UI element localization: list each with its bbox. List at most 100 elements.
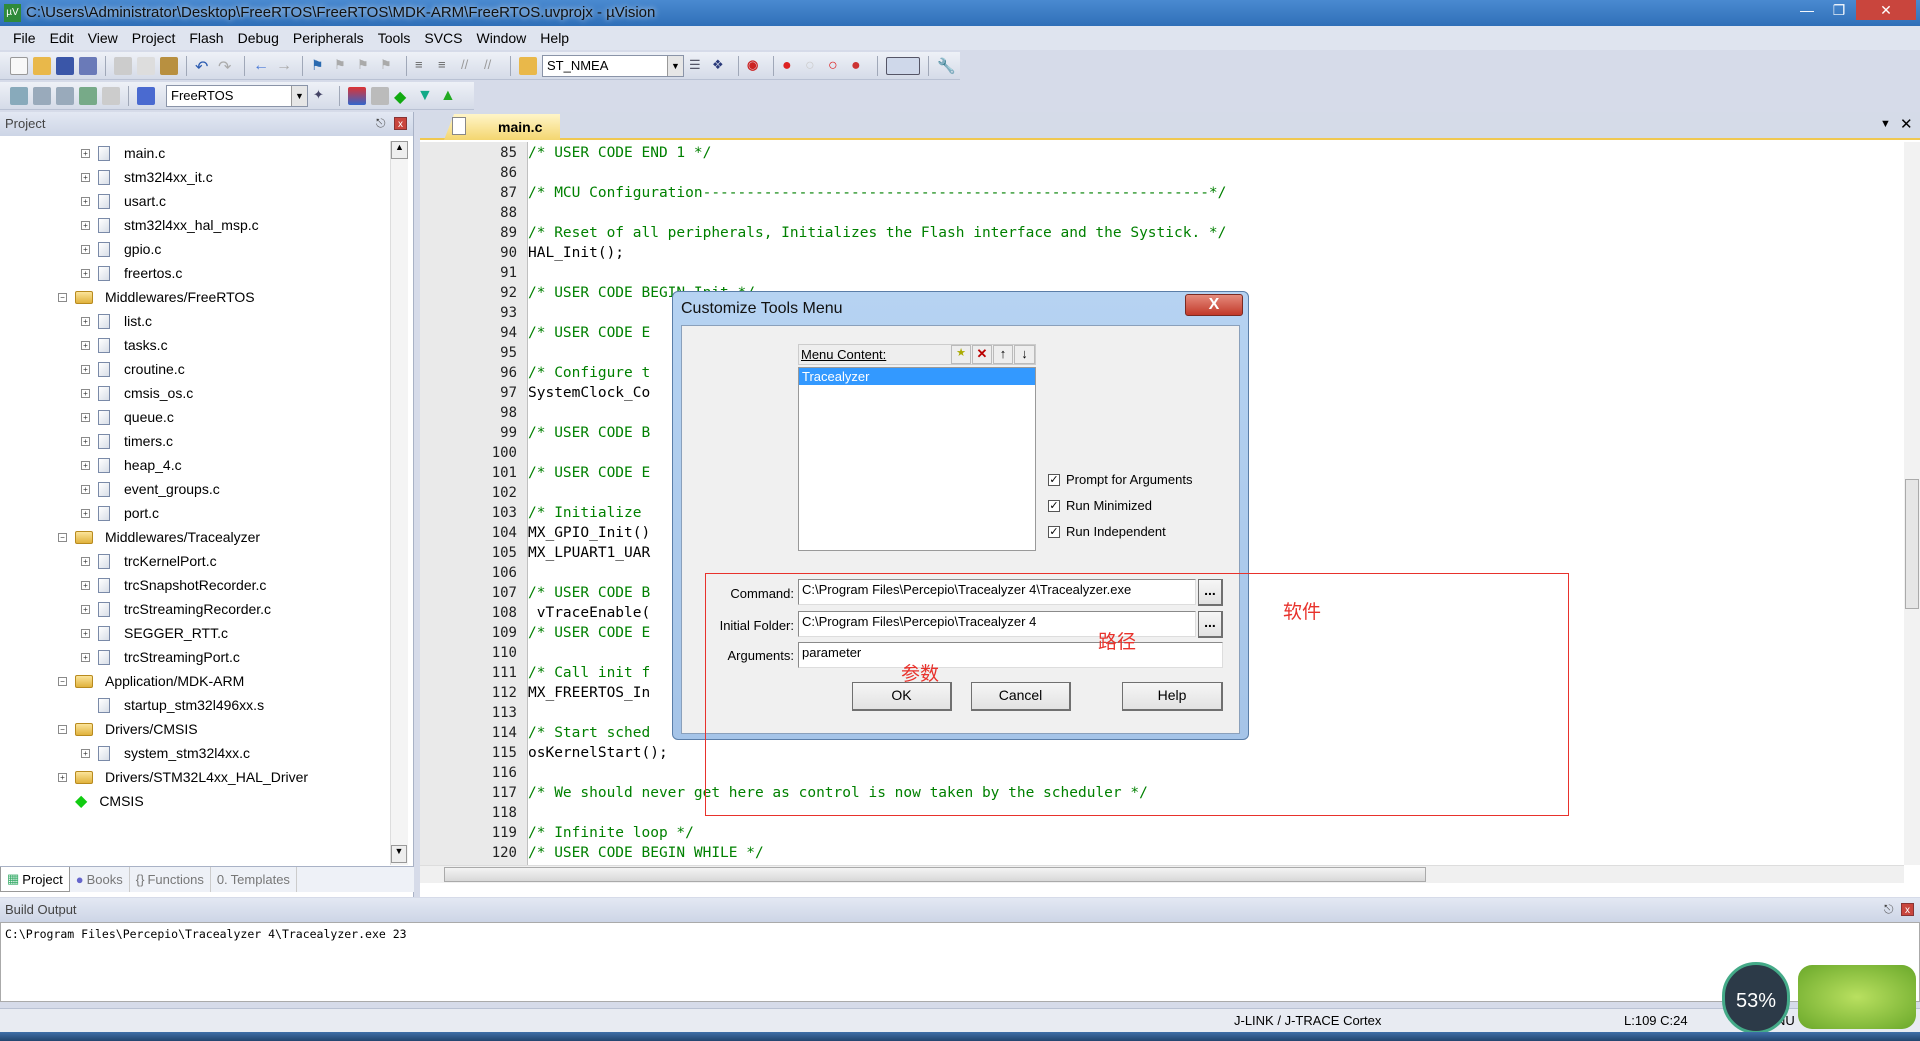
configure-wrench-icon[interactable]: 🔧 [937, 57, 956, 75]
close-button[interactable]: ✕ [1856, 0, 1916, 20]
save-all-icon[interactable] [79, 56, 97, 75]
redo-icon[interactable]: ↷ [218, 57, 236, 76]
find-combo[interactable]: ST_NMEA ▼ [542, 54, 684, 77]
expand-icon[interactable]: + [81, 220, 90, 230]
tab-books[interactable]: ● Books [70, 867, 130, 892]
forward-icon[interactable]: → [276, 57, 294, 75]
scroll-thumb[interactable] [444, 867, 1426, 882]
dialog-close-button[interactable]: X [1185, 294, 1243, 316]
tree-item[interactable]: + heap_4.c [81, 453, 182, 477]
tree-item[interactable]: + freertos.c [81, 261, 182, 285]
tree-item[interactable]: + trcStreamingPort.c [81, 645, 240, 669]
build-icon[interactable] [33, 86, 51, 105]
download-load-icon[interactable] [137, 86, 155, 105]
undo-icon[interactable]: ↶ [195, 57, 213, 76]
debug-session-icon[interactable]: ◉ [747, 57, 765, 75]
disable-all-breakpoints-icon[interactable]: ○ [828, 57, 846, 75]
unindent-icon[interactable]: ≡ [438, 57, 456, 75]
indent-icon[interactable]: ≡ [415, 57, 433, 75]
expand-icon[interactable]: + [81, 340, 90, 350]
copy-icon[interactable] [137, 56, 155, 75]
expand-icon[interactable]: + [81, 364, 90, 374]
menu-project[interactable]: Project [125, 30, 183, 46]
target-combo[interactable]: FreeRTOS ▼ [166, 84, 308, 107]
tree-item[interactable]: + Drivers/STM32L4xx_HAL_Driver [58, 765, 308, 789]
breakpoint-icon[interactable]: ● [782, 57, 800, 75]
expand-icon[interactable]: + [81, 556, 90, 566]
tree-item[interactable]: + main.c [81, 141, 165, 165]
clear-bookmarks-icon[interactable]: ⚑ [380, 57, 398, 75]
menu-tools[interactable]: Tools [371, 30, 418, 46]
select-packs-icon[interactable] [371, 86, 389, 105]
prompt-for-arguments-checkbox[interactable]: ✓ Prompt for Arguments [1048, 472, 1192, 487]
tree-item[interactable]: + list.c [81, 309, 152, 333]
expand-icon[interactable]: + [81, 508, 90, 518]
prev-bookmark-icon[interactable]: ⚑ [334, 57, 352, 75]
delete-item-icon[interactable]: ✕ [972, 345, 992, 364]
tree-item[interactable]: + event_groups.c [81, 477, 220, 501]
tree-item[interactable]: + timers.c [81, 429, 173, 453]
close-panel-icon[interactable]: x [394, 117, 407, 130]
menu-svcs[interactable]: SVCS [417, 30, 469, 46]
chevron-down-icon[interactable]: ▼ [667, 55, 683, 76]
tree-item[interactable]: − Middlewares/FreeRTOS [58, 285, 255, 309]
expand-icon[interactable]: + [81, 268, 90, 278]
move-down-icon[interactable]: ↓ [1014, 345, 1035, 364]
expand-icon[interactable]: + [81, 148, 90, 158]
next-bookmark-icon[interactable]: ⚑ [357, 57, 375, 75]
expand-icon[interactable]: + [81, 580, 90, 590]
manage-project-items-icon[interactable] [348, 86, 366, 105]
tab-project[interactable]: ▦ Project [0, 867, 70, 892]
expand-icon[interactable]: + [81, 436, 90, 446]
menu-peripherals[interactable]: Peripherals [286, 30, 371, 46]
expand-icon[interactable]: + [81, 412, 90, 422]
options-for-target-icon[interactable]: ✦ [313, 87, 331, 105]
stop-build-icon[interactable] [102, 86, 120, 105]
rebuild-icon[interactable] [56, 86, 74, 105]
menu-help[interactable]: Help [533, 30, 576, 46]
maximize-button[interactable]: ❐ [1824, 0, 1854, 20]
expand-icon[interactable]: + [81, 628, 90, 638]
find-in-files-icon[interactable] [519, 56, 537, 75]
cut-icon[interactable] [114, 56, 132, 75]
find-icon[interactable]: ☰ [689, 57, 707, 75]
close-tab-icon[interactable]: ✕ [1900, 115, 1913, 133]
tree-item[interactable]: − Middlewares/Tracealyzer [58, 525, 260, 549]
expand-icon[interactable]: + [58, 772, 67, 782]
tab-templates[interactable]: 0. Templates [211, 867, 297, 892]
save-icon[interactable] [56, 56, 74, 75]
comment-icon[interactable]: // [461, 57, 479, 75]
kill-breakpoints-icon[interactable]: ● [851, 57, 869, 75]
minimize-button[interactable]: — [1792, 0, 1822, 20]
tree-item[interactable]: + stm32l4xx_hal_msp.c [81, 213, 259, 237]
expand-icon[interactable]: + [81, 460, 90, 470]
expand-icon[interactable]: + [81, 604, 90, 614]
collapse-icon[interactable]: − [58, 532, 67, 542]
scroll-up-icon[interactable]: ▲ [391, 141, 408, 159]
expand-icon[interactable]: + [81, 244, 90, 254]
tab-functions[interactable]: {} Functions [130, 867, 211, 892]
tree-item[interactable]: + stm32l4xx_it.c [81, 165, 213, 189]
new-file-icon[interactable] [10, 56, 28, 75]
editor-vertical-scrollbar[interactable] [1904, 142, 1920, 865]
tree-item[interactable]: + port.c [81, 501, 159, 525]
menu-content-list[interactable]: Tracealyzer [798, 367, 1036, 551]
collapse-icon[interactable]: − [58, 676, 67, 686]
tree-item[interactable]: + trcStreamingRecorder.c [81, 597, 271, 621]
bookmark-icon[interactable]: ⚑ [311, 57, 329, 75]
menu-view[interactable]: View [81, 30, 125, 46]
pin-icon[interactable]: ⎋ [376, 116, 386, 131]
tree-item[interactable]: + queue.c [81, 405, 174, 429]
scroll-thumb[interactable] [1905, 479, 1919, 609]
paste-icon[interactable] [160, 56, 178, 75]
floating-widget[interactable] [1798, 965, 1916, 1029]
back-icon[interactable]: ← [253, 57, 271, 75]
uncomment-icon[interactable]: // [484, 57, 502, 75]
scroll-down-icon[interactable]: ▼ [391, 845, 407, 863]
expand-icon[interactable]: + [81, 172, 90, 182]
tree-item[interactable]: + cmsis_os.c [81, 381, 193, 405]
pack-installer-icon[interactable]: ▼ [417, 87, 435, 105]
new-item-icon[interactable]: ★ [951, 345, 971, 364]
chevron-down-icon[interactable]: ▼ [291, 85, 307, 106]
tree-item[interactable]: + system_stm32l4xx.c [81, 741, 250, 765]
